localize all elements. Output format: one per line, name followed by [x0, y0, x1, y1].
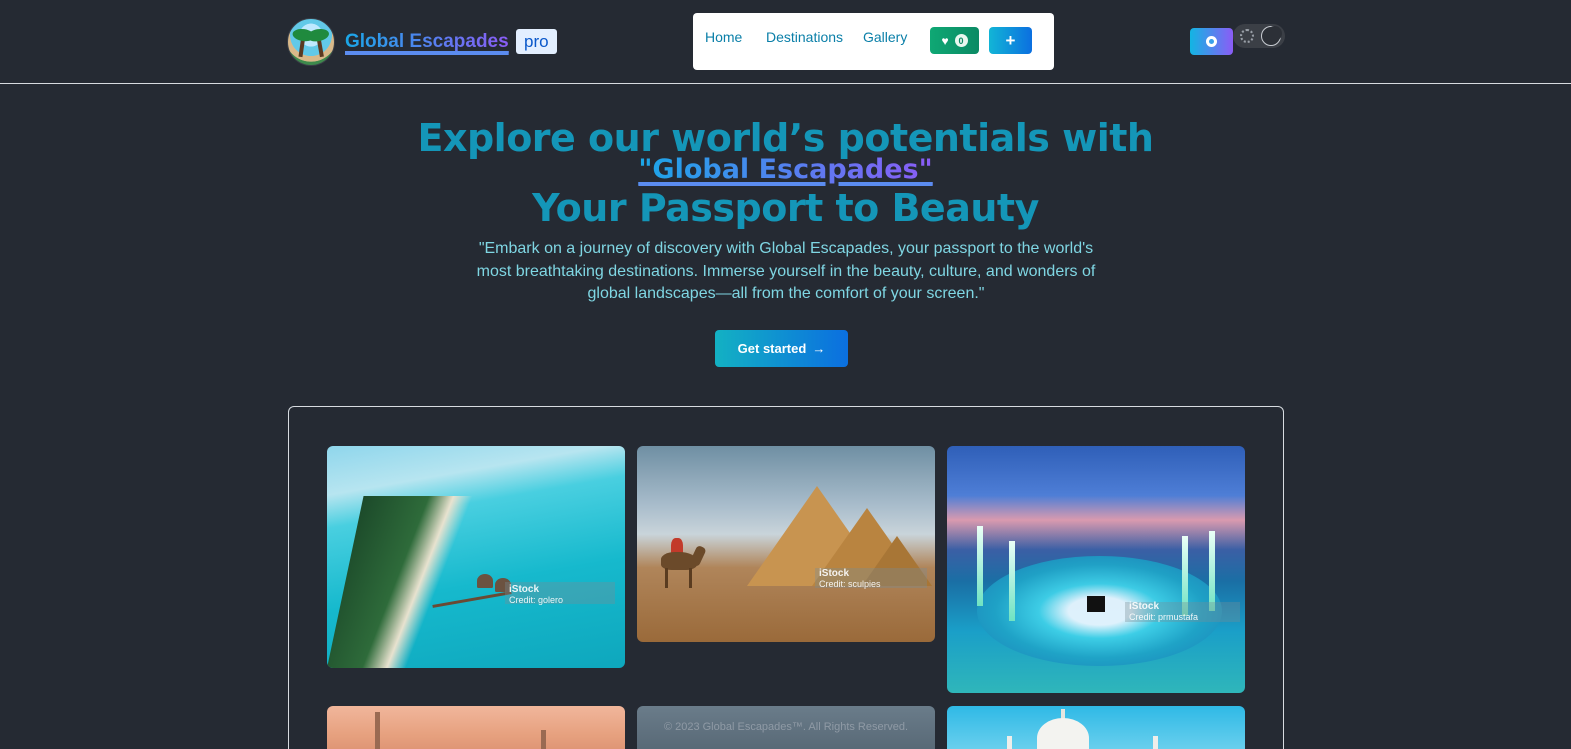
- photo-watermark: iStock Credit: sculpies: [819, 568, 881, 590]
- add-button[interactable]: +: [989, 27, 1032, 54]
- gallery-photo-mecca[interactable]: iStock Credit: prmustafa: [947, 446, 1245, 693]
- gallery-photo-taj-mahal[interactable]: [947, 706, 1245, 749]
- photo-watermark: iStock Credit: prmustafa: [1129, 601, 1199, 623]
- favorites-button[interactable]: ♥ 0: [930, 27, 979, 54]
- nav-gallery-link[interactable]: Gallery: [863, 29, 907, 45]
- minaret: [1009, 541, 1015, 621]
- dome: [1037, 718, 1089, 749]
- gallery-photo-footer-overlay[interactable]: © 2023 Global Escapades™. All Rights Res…: [637, 706, 935, 749]
- camel-leg: [665, 568, 668, 588]
- watermark-text: iStock: [819, 568, 850, 579]
- photo-credit: Credit: sculpies: [819, 579, 881, 589]
- palm-tree-icon: [298, 34, 306, 58]
- github-button[interactable]: [1190, 28, 1233, 55]
- palm-tree-icon: [316, 34, 324, 58]
- minaret: [541, 730, 546, 749]
- watermark-text: iStock: [509, 584, 540, 595]
- theme-toggle[interactable]: [1233, 24, 1285, 48]
- github-icon: [1206, 36, 1217, 47]
- kaaba: [1087, 596, 1105, 612]
- hero-title-line-3: Your Passport to Beauty: [532, 186, 1039, 230]
- header: Global Escapades pro Home Destinations G…: [0, 0, 1571, 84]
- photo-watermark: iStock Credit: golero: [509, 584, 564, 606]
- hero-description: "Embark on a journey of discovery with G…: [476, 240, 1096, 302]
- nav-home-link[interactable]: Home: [705, 29, 742, 45]
- watermark-text: iStock: [1129, 601, 1160, 612]
- copyright-text: © 2023 Global Escapades™. All Rights Res…: [663, 721, 909, 733]
- get-started-label: Get started: [737, 341, 807, 356]
- photo-credit: Credit: golero: [509, 595, 564, 605]
- pro-badge: pro: [516, 29, 557, 54]
- minaret: [375, 712, 380, 749]
- minaret: [1007, 736, 1012, 749]
- arrow-right-icon: →: [812, 341, 826, 356]
- minaret: [1153, 736, 1158, 749]
- camel-rider: [657, 538, 707, 588]
- camel-neck: [689, 544, 707, 568]
- plus-icon: +: [1005, 30, 1016, 50]
- favorites-count: 0: [954, 34, 968, 47]
- gallery-photo-mosque-sunset[interactable]: [327, 706, 625, 749]
- heart-icon: ♥: [941, 33, 949, 48]
- minaret: [977, 526, 983, 606]
- moon-icon: [1261, 26, 1282, 46]
- brand-name[interactable]: Global Escapades: [345, 31, 509, 53]
- logo-image[interactable]: [287, 18, 335, 66]
- photo-credit: Credit: prmustafa: [1129, 612, 1199, 622]
- gallery-photo-pyramids[interactable]: iStock Credit: sculpies: [637, 446, 935, 642]
- hero-brand-quote: "Global Escapades": [638, 154, 933, 185]
- hut: [477, 574, 493, 588]
- main-nav: Home Destinations Gallery ♥ 0 +: [693, 13, 1054, 70]
- gallery-photo-beach[interactable]: iStock Credit: golero: [327, 446, 625, 668]
- hero-brand: "Global Escapades": [0, 154, 1571, 185]
- sun-icon: [1240, 29, 1254, 43]
- minaret: [1209, 531, 1215, 611]
- nav-destinations-link[interactable]: Destinations: [766, 29, 843, 45]
- beach-shore: [327, 496, 479, 668]
- get-started-button[interactable]: Get started →: [715, 330, 848, 367]
- camel-leg: [689, 568, 692, 588]
